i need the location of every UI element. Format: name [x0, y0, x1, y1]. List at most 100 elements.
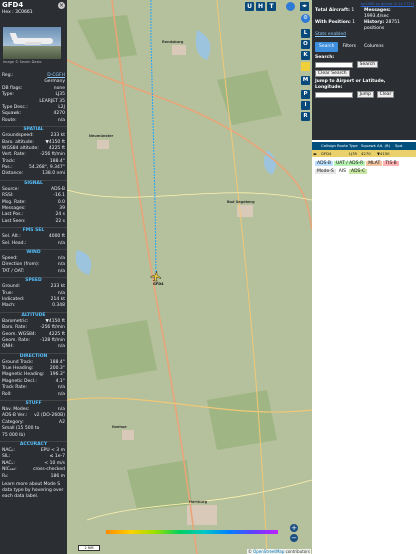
stats-enabled-link[interactable]: Stats enabled	[312, 32, 416, 40]
stat-value: 1	[351, 8, 355, 13]
aircraft-marker-label: GFD4	[153, 282, 164, 286]
globe-icon[interactable]	[286, 2, 295, 11]
search-label: Search:	[315, 55, 335, 60]
column-squawk[interactable]: Squawk	[360, 142, 376, 150]
detail-sections: SPATIAL Groundspeed: 233 kt Baro. altitude:…	[0, 126, 67, 480]
map-toggle-strip: ⚙ L O K M P I R	[298, 0, 312, 554]
legend-mlat: MLAT	[366, 161, 383, 166]
stats-block: Total Aircraft: 1 With Position: 1 Messa…	[312, 8, 416, 32]
table-row[interactable]: ▬ GFD4 LJ35 4270 ▼4150	[312, 150, 416, 157]
cell-squawk: 4270	[361, 151, 371, 156]
detail-label: Route:	[2, 117, 17, 123]
callsign-title: GFD4	[2, 1, 24, 9]
more-info-text: Learn more about Mode S data type by hov…	[2, 481, 64, 500]
clear-button[interactable]: Clear	[376, 91, 395, 98]
detail-label: TAT / OAT:	[2, 268, 25, 274]
photo-wing	[24, 42, 42, 45]
detail-label: QNH:	[2, 344, 14, 350]
toggle-button-i[interactable]: I	[301, 101, 310, 110]
column-route[interactable]: Route	[336, 142, 348, 150]
altitude-color-legend	[106, 530, 278, 534]
toggle-button-p[interactable]: P	[301, 90, 310, 99]
stats-col-left: Total Aircraft: 1 With Position: 1	[315, 8, 364, 32]
version-link[interactable]: tar1090 on github (3 14 1773)	[312, 0, 416, 8]
detail-label: Reg.:	[2, 73, 14, 78]
place-label: Hamburg	[189, 500, 208, 504]
toggle-button-l[interactable]: L	[301, 29, 310, 38]
column-speed[interactable]: Spd.	[394, 142, 404, 150]
place-label: Neumünster	[89, 134, 114, 138]
header-spacer	[312, 142, 320, 150]
legend-uat: UAT / ADS-R	[333, 161, 366, 166]
aircraft-toggle-icon[interactable]	[301, 62, 310, 71]
legend-tisb: TIS-B	[383, 161, 399, 166]
place-label: Rendsburg	[162, 40, 184, 44]
clear-search-button[interactable]: Clear Search	[315, 70, 350, 77]
column-altitude[interactable]: Alt. (ft)	[376, 142, 394, 150]
aircraft-details-sidebar: GFD4 Hex : 3C0661 × Image © Seven Dezlo …	[0, 0, 67, 554]
sidebar-header: GFD4 Hex : 3C0661 ×	[0, 0, 67, 18]
jump-button[interactable]: Jump	[356, 91, 375, 98]
stat-label: Total Aircraft:	[315, 8, 350, 13]
aircraft-photo[interactable]	[3, 27, 61, 59]
column-type[interactable]: Type	[348, 142, 360, 150]
section-header: WIND	[0, 248, 67, 256]
tab-columns[interactable]: Columns	[360, 42, 388, 52]
toggle-button-r[interactable]: R	[301, 112, 310, 121]
map-view[interactable]: Rendsburg Neumünster Bad Segeberg Hambur…	[67, 0, 312, 554]
detail-row: Mach: 0.348	[0, 303, 67, 309]
osm-link[interactable]: OpenStreetMap	[253, 549, 284, 554]
cell-callsign: GFD4	[321, 151, 332, 156]
hex-line: Hex : 3C0661	[2, 10, 65, 15]
place-label: Bad Segeberg	[227, 200, 255, 204]
stat-value: 1993.4/sec	[364, 14, 389, 19]
stat-history: History: 28751 positions	[364, 20, 413, 32]
basic-info: Reg.: D-CGFH Germany DB flags: none Type: LJ35…	[0, 73, 67, 124]
column-callsign[interactable]: Callsign	[320, 142, 336, 150]
section-header: ALTITUDE	[0, 311, 67, 319]
detail-label: R₀:	[2, 473, 9, 479]
detail-value: 186 m	[50, 473, 65, 479]
detail-label: Last Seen:	[2, 218, 26, 224]
jump-row: Jump Clear	[315, 91, 413, 98]
panel-tabs: Search Filters Columns	[312, 40, 416, 52]
detail-label: Type:	[2, 92, 14, 98]
detail-value: 0.348	[52, 303, 65, 309]
stat-label: Messages:	[364, 8, 391, 13]
zoom-in-button[interactable]: +	[290, 524, 298, 532]
detail-row: Distance: 138.0 nmi	[0, 171, 67, 177]
map-button-t[interactable]: T	[267, 2, 276, 11]
scale-bar: 2 NM	[78, 545, 100, 551]
stat-label: With Position:	[315, 20, 351, 25]
cell-altitude: ▼4150	[377, 151, 390, 156]
detail-value: 22 s	[55, 218, 65, 224]
legend-ais: AIS	[336, 169, 349, 174]
detail-value: n/a	[57, 117, 65, 123]
search-area: Search: Search Clear Search Jump to Airp…	[312, 52, 416, 101]
tab-search[interactable]: Search	[315, 42, 339, 52]
jump-label: Jump to Airport or Latitude, Longitude:	[315, 79, 386, 90]
stat-value: 1	[352, 20, 356, 25]
zoom-out-button[interactable]: −	[290, 534, 298, 542]
detail-value: n/a	[57, 240, 65, 246]
toggle-button-o[interactable]: O	[301, 40, 310, 49]
aircraft-marker-icon[interactable]	[150, 270, 162, 282]
detail-row: QNH: n/a	[0, 344, 67, 350]
section-header: ACCURACY	[0, 440, 67, 448]
search-button[interactable]: Search	[356, 61, 379, 68]
source-legend: ADS-B UAT / ADS-R MLAT TIS-B Mode-S AIS ADS-C	[312, 157, 416, 179]
map-button-u[interactable]: U	[245, 2, 254, 11]
detail-row: Route: n/a	[0, 118, 67, 124]
map-button-h[interactable]: H	[256, 2, 265, 11]
stat-total-aircraft: Total Aircraft: 1	[315, 8, 364, 14]
toggle-button-k[interactable]: K	[301, 51, 310, 60]
search-row: Search	[315, 61, 413, 68]
section-header: STUFF	[0, 400, 67, 407]
search-input[interactable]	[315, 61, 353, 68]
tab-filters[interactable]: Filters	[338, 42, 360, 52]
toggle-button-m[interactable]: M	[301, 76, 310, 85]
stat-label: History:	[364, 20, 385, 25]
close-icon[interactable]: ×	[58, 2, 65, 9]
jump-input[interactable]	[315, 91, 353, 98]
settings-icon[interactable]: ⚙	[301, 14, 310, 23]
